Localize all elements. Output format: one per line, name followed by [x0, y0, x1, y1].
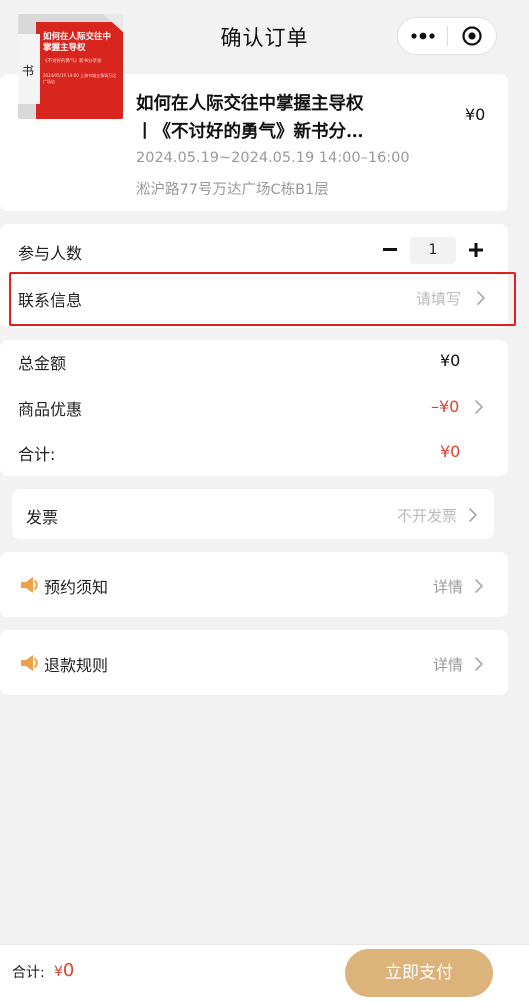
speaker-icon [21, 577, 38, 593]
booking-notice-detail: 详情 [433, 578, 464, 596]
chevron-right-icon[interactable] [474, 400, 484, 414]
product-poster: 如何在人际交往中掌握主导权 《不讨好的勇气》新书分享会 2024/05/19 1… [18, 14, 123, 119]
event-time: 2024.05.19~2024.05.19 14:00–16:00 [136, 150, 410, 166]
poster-title: 如何在人际交往中掌握主导权 [43, 32, 112, 53]
chevron-right-icon [475, 657, 483, 671]
subtotal-label: 合计: [18, 445, 56, 464]
checkout-total-amount: 0 [62, 960, 75, 981]
poster-red-panel: 如何在人际交往中掌握主导权 《不讨好的勇气》新书分享会 2024/05/19 1… [36, 22, 123, 119]
pay-now-button[interactable]: 立即支付 [345, 949, 493, 997]
invoice-value: 不开发票 [397, 507, 458, 525]
chevron-right-icon [469, 508, 477, 522]
quantity-stepper[interactable]: 1 [410, 237, 456, 264]
chevron-right-icon [475, 579, 483, 593]
product-name-line1: 如何在人际交往中掌握主导权 [136, 94, 364, 114]
decrease-quantity-button[interactable] [381, 240, 399, 260]
event-address: 淞沪路77号万达广场C栋B1层 [136, 182, 329, 198]
product-name-line2: 丨《不讨好的勇气》新书分… [136, 122, 364, 142]
subtotal-value: ¥0 [440, 442, 461, 461]
more-dots-icon [410, 32, 435, 40]
poster-info: 2024/05/19 14:00 上海书城五角场万达广场店 [43, 73, 117, 84]
discount-value[interactable]: –¥0 [431, 397, 459, 416]
product-name: 如何在人际交往中掌握主导权 丨《不讨好的勇气》新书分… [136, 90, 398, 146]
refund-rules-detail: 详情 [433, 656, 464, 674]
increase-quantity-button[interactable] [467, 240, 485, 260]
booking-notice-label: 预约须知 [44, 578, 109, 597]
poster-subtitle: 《不讨好的勇气》新书分享会 [43, 59, 102, 64]
contact-info-label: 联系信息 [18, 291, 83, 310]
refund-rules-label: 退款规则 [44, 656, 109, 675]
invoice-label: 发票 [26, 508, 59, 527]
more-button[interactable] [398, 18, 447, 54]
currency-symbol: ¥ [54, 964, 63, 980]
total-amount-value: ¥0 [440, 351, 461, 370]
minus-icon [383, 248, 397, 251]
plus-icon [469, 243, 483, 257]
mini-program-capsule [397, 17, 497, 55]
close-button[interactable] [448, 18, 496, 54]
speaker-icon [21, 655, 38, 671]
discount-label: 商品优惠 [18, 400, 83, 419]
chevron-right-icon [477, 291, 485, 305]
contact-info-placeholder: 请填写 [416, 290, 462, 308]
target-circle-icon [462, 26, 482, 46]
checkout-total-label: 合计: [12, 965, 45, 981]
poster-book-cover: 书 [18, 34, 40, 104]
total-amount-label: 总金额 [18, 354, 67, 373]
product-price: ¥0 [465, 105, 486, 124]
participants-label: 参与人数 [18, 244, 83, 263]
checkout-total-price: ¥0 [54, 960, 74, 981]
